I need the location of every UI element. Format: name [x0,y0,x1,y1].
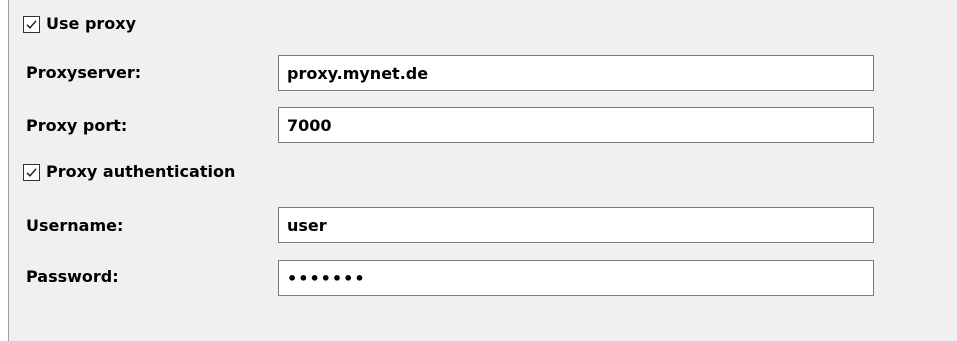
proxy-port-input[interactable] [278,107,874,143]
password-label: Password: [26,267,119,286]
use-proxy-checkbox[interactable]: Use proxy [23,14,136,34]
proxy-server-input[interactable] [278,55,874,91]
proxy-port-label: Proxy port: [26,116,128,135]
proxy-settings-panel: Use proxy Proxyserver: Proxy port: Proxy… [8,0,957,341]
username-label: Username: [26,216,124,235]
use-proxy-label: Use proxy [46,14,137,33]
proxy-authentication-check-box[interactable] [23,163,40,181]
password-input[interactable] [278,260,874,296]
proxy-authentication-checkbox[interactable]: Proxy authentication [23,162,235,182]
username-input[interactable] [278,207,874,243]
checkmark-icon [26,167,37,177]
proxy-server-label: Proxyserver: [26,63,142,82]
checkmark-icon [26,19,37,29]
proxy-authentication-label: Proxy authentication [46,162,236,181]
use-proxy-check-box[interactable] [23,15,40,33]
